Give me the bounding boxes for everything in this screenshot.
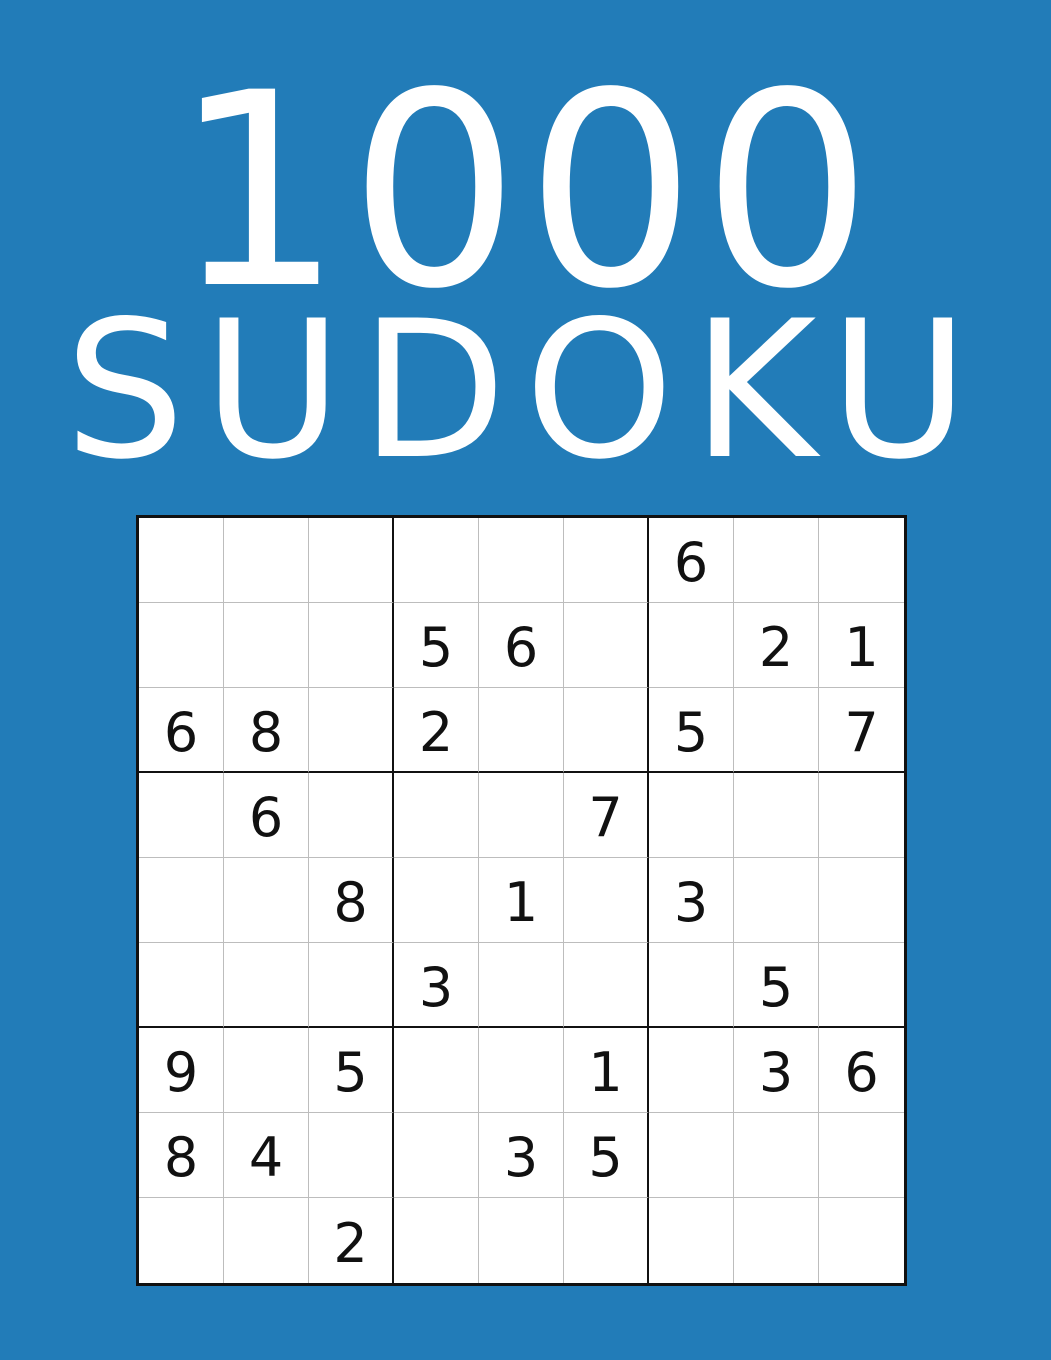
sudoku-cell-r2-c9: 1	[819, 603, 904, 688]
sudoku-cell-r4-c1	[139, 773, 224, 858]
sudoku-cell-r2-c4: 5	[394, 603, 479, 688]
sudoku-cell-r7-c8: 3	[734, 1028, 819, 1113]
sudoku-cell-r3-c8	[734, 688, 819, 773]
sudoku-cell-r2-c6	[564, 603, 649, 688]
sudoku-cell-r2-c1	[139, 603, 224, 688]
sudoku-cell-r3-c3	[309, 688, 394, 773]
sudoku-cell-r5-c1	[139, 858, 224, 943]
sudoku-cell-r6-c7	[649, 943, 734, 1028]
sudoku-cell-r1-c5	[479, 518, 564, 603]
sudoku-cell-r6-c4: 3	[394, 943, 479, 1028]
sudoku-cell-r4-c5	[479, 773, 564, 858]
sudoku-cell-r9-c4	[394, 1198, 479, 1283]
sudoku-cell-r6-c2	[224, 943, 309, 1028]
sudoku-cell-r6-c8: 5	[734, 943, 819, 1028]
sudoku-cell-r5-c3: 8	[309, 858, 394, 943]
sudoku-cell-r9-c3: 2	[309, 1198, 394, 1283]
sudoku-cell-r5-c7: 3	[649, 858, 734, 943]
sudoku-cell-r8-c2: 4	[224, 1113, 309, 1198]
sudoku-cell-r7-c5	[479, 1028, 564, 1113]
sudoku-cell-r3-c6	[564, 688, 649, 773]
sudoku-cell-r4-c6: 7	[564, 773, 649, 858]
title-word: SUDOKU	[64, 280, 987, 501]
sudoku-cell-r2-c2	[224, 603, 309, 688]
sudoku-cell-r5-c9	[819, 858, 904, 943]
sudoku-cell-r9-c7	[649, 1198, 734, 1283]
sudoku-cell-r3-c5	[479, 688, 564, 773]
sudoku-cell-r3-c9: 7	[819, 688, 904, 773]
sudoku-cell-r2-c8: 2	[734, 603, 819, 688]
sudoku-cell-r7-c2	[224, 1028, 309, 1113]
sudoku-cell-r1-c7: 6	[649, 518, 734, 603]
sudoku-cell-r4-c4	[394, 773, 479, 858]
sudoku-cell-r2-c7	[649, 603, 734, 688]
sudoku-cell-r9-c9	[819, 1198, 904, 1283]
sudoku-cell-r6-c3	[309, 943, 394, 1028]
sudoku-cell-r8-c8	[734, 1113, 819, 1198]
sudoku-cell-r6-c9	[819, 943, 904, 1028]
sudoku-cell-r4-c8	[734, 773, 819, 858]
sudoku-cell-r8-c6: 5	[564, 1113, 649, 1198]
sudoku-cell-r7-c1: 9	[139, 1028, 224, 1113]
sudoku-cell-r8-c5: 3	[479, 1113, 564, 1198]
sudoku-cell-r5-c4	[394, 858, 479, 943]
book-cover: 1000 SUDOKU 656216825767813359513684352	[0, 0, 1051, 1360]
sudoku-cell-r6-c1	[139, 943, 224, 1028]
sudoku-cell-r9-c2	[224, 1198, 309, 1283]
sudoku-cell-r3-c2: 8	[224, 688, 309, 773]
sudoku-cell-r7-c3: 5	[309, 1028, 394, 1113]
sudoku-cell-r1-c9	[819, 518, 904, 603]
sudoku-cell-r1-c3	[309, 518, 394, 603]
sudoku-cell-r2-c3	[309, 603, 394, 688]
sudoku-cell-r2-c5: 6	[479, 603, 564, 688]
sudoku-cell-r6-c5	[479, 943, 564, 1028]
sudoku-cell-r3-c1: 6	[139, 688, 224, 773]
sudoku-cell-r4-c7	[649, 773, 734, 858]
sudoku-cell-r9-c8	[734, 1198, 819, 1283]
sudoku-cell-r1-c1	[139, 518, 224, 603]
sudoku-cell-r7-c6: 1	[564, 1028, 649, 1113]
sudoku-cell-r1-c2	[224, 518, 309, 603]
sudoku-cell-r3-c4: 2	[394, 688, 479, 773]
sudoku-cell-r7-c7	[649, 1028, 734, 1113]
sudoku-cell-r8-c3	[309, 1113, 394, 1198]
sudoku-grid: 656216825767813359513684352	[136, 515, 907, 1286]
sudoku-cell-r4-c9	[819, 773, 904, 858]
sudoku-cell-r9-c5	[479, 1198, 564, 1283]
sudoku-cell-r8-c1: 8	[139, 1113, 224, 1198]
sudoku-cell-r9-c1	[139, 1198, 224, 1283]
sudoku-cell-r8-c7	[649, 1113, 734, 1198]
sudoku-cell-r6-c6	[564, 943, 649, 1028]
sudoku-cell-r8-c9	[819, 1113, 904, 1198]
sudoku-cell-r7-c9: 6	[819, 1028, 904, 1113]
sudoku-cell-r4-c3	[309, 773, 394, 858]
sudoku-cell-r5-c6	[564, 858, 649, 943]
sudoku-cell-r1-c8	[734, 518, 819, 603]
sudoku-cell-r1-c6	[564, 518, 649, 603]
sudoku-cell-r8-c4	[394, 1113, 479, 1198]
sudoku-cell-r3-c7: 5	[649, 688, 734, 773]
sudoku-cell-r1-c4	[394, 518, 479, 603]
sudoku-cell-r5-c2	[224, 858, 309, 943]
sudoku-cell-r7-c4	[394, 1028, 479, 1113]
sudoku-cell-r9-c6	[564, 1198, 649, 1283]
sudoku-cell-r5-c8	[734, 858, 819, 943]
sudoku-cell-r5-c5: 1	[479, 858, 564, 943]
sudoku-cell-r4-c2: 6	[224, 773, 309, 858]
